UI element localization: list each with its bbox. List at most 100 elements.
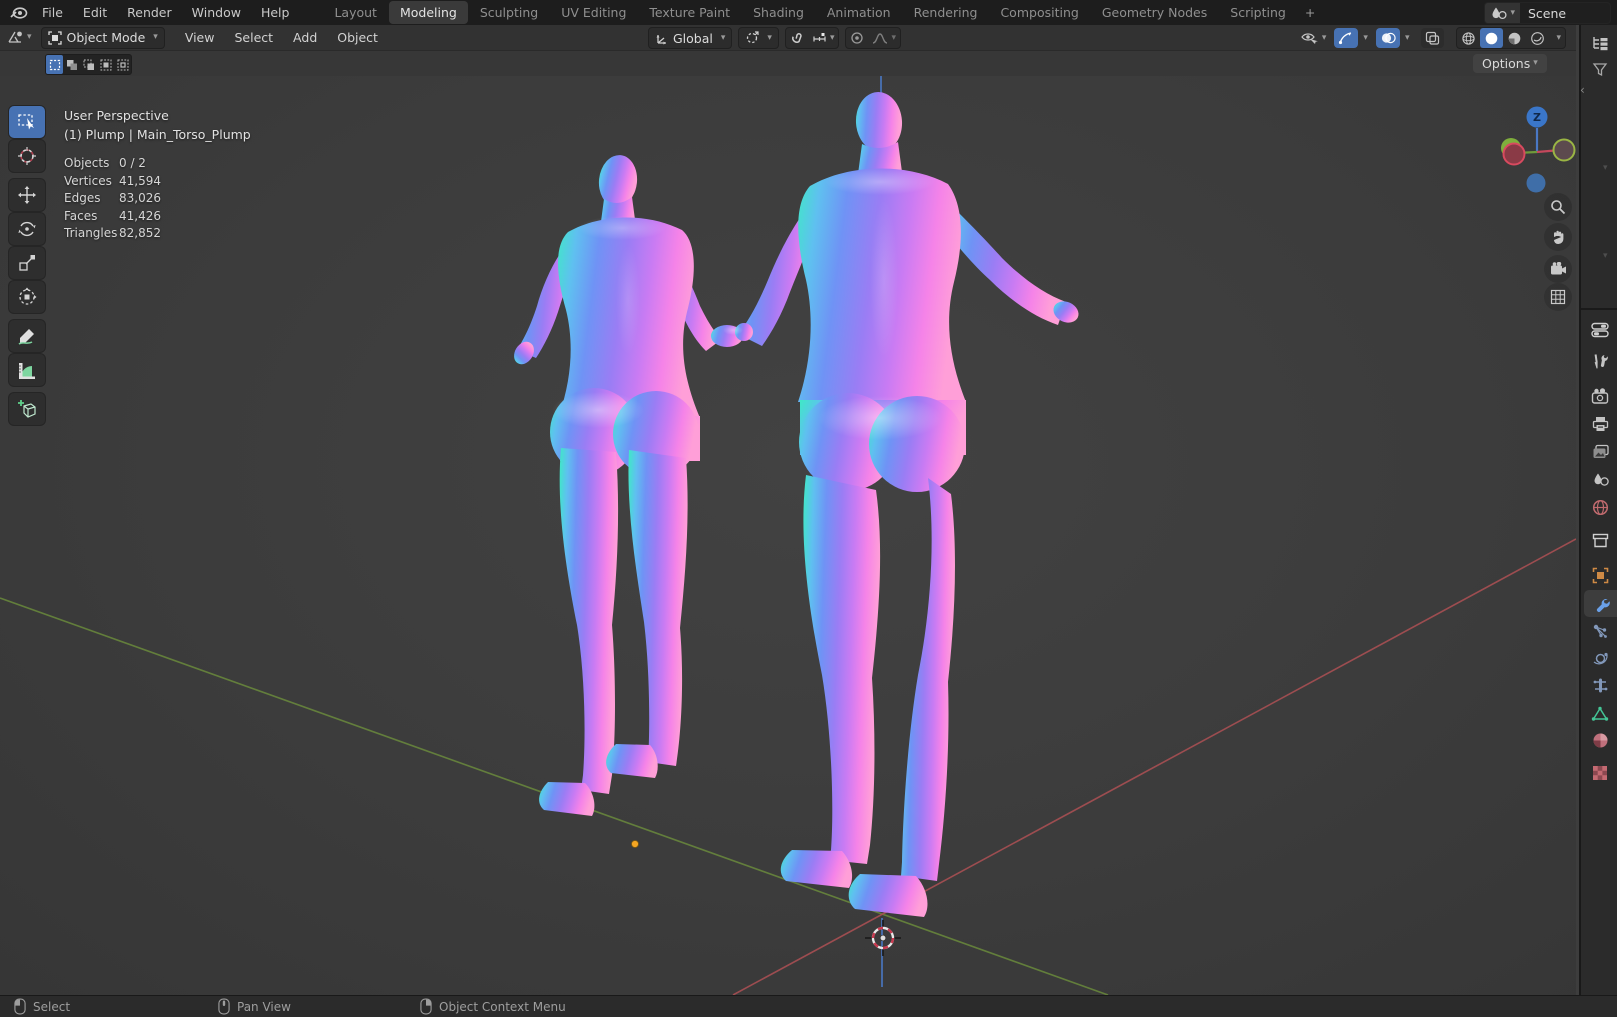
tool-measure[interactable] [9,354,45,386]
navigation-gizmo[interactable]: Z [1495,106,1576,198]
xray-toggle[interactable] [1421,28,1444,48]
tab-world-properties[interactable] [1581,494,1617,521]
menu-select[interactable]: Select [224,30,283,45]
menu-help[interactable]: Help [251,5,300,20]
tab-modifier-properties[interactable] [1584,590,1617,617]
shading-wireframe-button[interactable] [1457,28,1480,48]
left-mouse-icon [14,998,26,1015]
joined-hands [711,323,753,347]
tool-rotate[interactable] [9,213,45,245]
chevron-down-icon: ▾ [767,34,772,43]
snap-toggle[interactable] [786,28,808,48]
shading-material-button[interactable] [1503,28,1526,48]
tab-scene-properties[interactable] [1581,466,1617,493]
tab-particle-properties[interactable] [1581,618,1617,645]
tab-geometry-nodes[interactable]: Geometry Nodes [1091,1,1218,24]
shading-dropdown[interactable]: ▾ [1549,28,1565,48]
gizmo-axis-x-neg-ball[interactable] [1504,144,1525,165]
scene-selector[interactable]: ▾ Scene [1484,2,1611,24]
collapse-panel-arrow[interactable]: ‹ [1580,83,1585,97]
shading-solid-button[interactable] [1480,28,1503,48]
tool-move[interactable] [9,179,45,211]
properties-editor-button[interactable] [1581,316,1617,343]
menu-object[interactable]: Object [327,30,388,45]
menu-edit[interactable]: Edit [73,5,117,20]
tab-tool-properties[interactable] [1581,348,1617,375]
editor-type-button[interactable]: ▾ [0,30,37,45]
tab-compositing[interactable]: Compositing [989,1,1089,24]
statusbar-context-label: Object Context Menu [439,1000,566,1014]
select-mode-subtract-button[interactable] [80,55,97,74]
pan-button[interactable] [1544,223,1572,251]
proportional-edit-toggle[interactable] [846,28,868,48]
proportional-falloff-dropdown[interactable]: ▾ [868,28,900,48]
select-mode-intersect-button[interactable] [114,55,131,74]
figure-small[interactable] [510,153,722,816]
menu-render[interactable]: Render [117,5,182,20]
gizmo-axis-x-ball[interactable] [1554,140,1575,161]
pivot-icon [745,31,759,45]
tab-uv-editing[interactable]: UV Editing [550,1,637,24]
visibility-dropdown[interactable]: ▾ [1301,31,1327,45]
filter-icon [1592,62,1608,77]
show-overlays-toggle[interactable] [1376,28,1400,48]
tab-texture-paint[interactable]: Texture Paint [638,1,741,24]
viewport-overlay-text: User Perspective (1) Plump | Main_Torso_… [64,108,251,244]
menu-add[interactable]: Add [283,30,327,45]
tab-modeling[interactable]: Modeling [389,1,468,24]
orthographic-toggle-button[interactable] [1544,283,1572,311]
mode-dropdown[interactable]: Object Mode ▾ [41,27,165,49]
snap-settings-dropdown[interactable]: ▾ [808,28,839,48]
figure-large[interactable] [738,90,1082,917]
tab-scripting[interactable]: Scripting [1219,1,1297,24]
tab-constraint-properties[interactable] [1581,672,1617,699]
tab-object-data-properties[interactable] [1581,700,1617,727]
tool-cursor[interactable] [9,140,45,172]
tab-sculpting[interactable]: Sculpting [469,1,549,24]
pivot-point-dropdown[interactable]: ▾ [738,27,779,49]
cursor-3d[interactable] [865,920,901,956]
tab-rendering[interactable]: Rendering [903,1,989,24]
chevron-down-icon[interactable]: ▾ [1405,34,1410,43]
options-dropdown[interactable]: Options ▾ [1473,54,1547,73]
add-workspace-button[interactable]: + [1298,1,1322,24]
chevron-down-icon: ▾ [721,34,726,43]
tab-layout[interactable]: Layout [323,1,388,24]
tab-output-properties[interactable] [1581,410,1617,437]
tool-annotate[interactable] [9,320,45,352]
tool-transform[interactable] [9,281,45,313]
tab-view-layer-properties[interactable] [1581,438,1617,465]
camera-view-button[interactable] [1544,255,1572,283]
tool-select-box[interactable] [9,106,45,138]
viewport-canvas[interactable]: User Perspective (1) Plump | Main_Torso_… [0,76,1576,995]
menu-window[interactable]: Window [182,5,251,20]
tab-material-properties[interactable] [1581,727,1617,754]
select-mode-invert-button[interactable] [97,55,114,74]
menu-file[interactable]: File [32,5,73,20]
tool-add-cube[interactable] [9,393,45,425]
tab-object-properties[interactable] [1581,562,1617,589]
stat-vertices: Vertices41,594 [64,174,251,192]
gizmo-axis-z-neg-ball[interactable] [1527,174,1546,193]
tool-scale[interactable] [9,247,45,279]
select-mode-new-button[interactable] [46,55,63,74]
tab-shading[interactable]: Shading [742,1,815,24]
move-icon [17,185,37,205]
shading-rendered-button[interactable] [1526,28,1549,48]
blender-logo-icon[interactable] [10,6,28,20]
view-layer-icon [1592,444,1609,460]
tab-render-properties[interactable] [1581,382,1617,409]
zoom-button[interactable] [1544,193,1572,221]
transform-orientation-dropdown[interactable]: Global ▾ [648,27,732,49]
chevron-down-icon: ▾ [1603,251,1608,261]
tab-collection-properties[interactable] [1581,527,1617,554]
menu-view[interactable]: View [175,30,225,45]
outliner-editor-button[interactable] [1581,30,1617,57]
select-mode-extend-button[interactable] [63,55,80,74]
chevron-down-icon[interactable]: ▾ [1363,34,1368,43]
tab-physics-properties[interactable] [1581,645,1617,672]
tab-animation[interactable]: Animation [816,1,902,24]
tab-texture-properties[interactable] [1581,759,1617,786]
outliner-filter-button[interactable] [1581,56,1617,83]
show-gizmo-toggle[interactable] [1334,28,1358,48]
